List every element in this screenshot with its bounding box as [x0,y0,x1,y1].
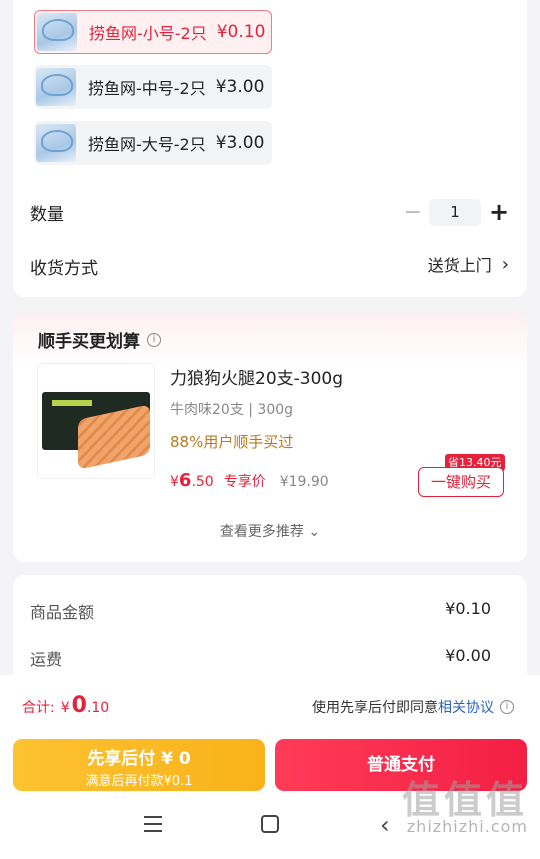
sku-option-medium[interactable]: 捞鱼网-中号-2只 ¥3.00 [34,65,272,109]
system-nav-bar: ‹ [0,805,540,845]
agreement-link[interactable]: 相关协议 [438,697,494,717]
sku-thumbnail [36,68,76,106]
product-price: ¥ 6 .50 专享价 ¥19.90 [170,470,329,491]
agreement-notice: 使用先享后付即同意 相关协议 i [312,697,514,717]
chevron-right-icon: › [501,253,509,275]
home-icon[interactable] [261,815,279,833]
price-currency: ¥ [170,474,179,490]
price-decimal: .50 [191,474,214,490]
product-buyers: 88%用户顺手买过 [170,433,294,451]
sku-price: ¥3.00 [215,133,265,153]
increase-button[interactable]: + [487,198,511,226]
recommendation-title-text: 顺手买更划算 [38,332,140,352]
sku-option-small[interactable]: 捞鱼网-小号-2只 ¥0.10 [34,10,272,54]
sku-price: ¥3.00 [215,77,265,97]
price-integer: 6 [178,470,192,491]
delivery-label: 收货方式 [30,259,98,279]
one-click-buy-button[interactable]: 一键购买 [418,467,504,497]
delivery-selector[interactable]: 送货上门 › [428,252,509,276]
quantity-stepper: − 1 + [401,198,511,226]
see-more-link[interactable]: 查看更多推荐 ⌄ [13,521,527,541]
product-title[interactable]: 力狼狗火腿20支-300g [170,364,343,389]
goods-amount-label: 商品金额 [30,603,95,622]
recommendation-card: 顺手买更划算 i 力狼狗火腿20支-300g 牛肉味20支 | 300g 88%… [13,311,527,562]
sku-name: 捞鱼网-大号-2只 [88,135,206,154]
goods-amount-value: ¥0.10 [445,599,491,618]
checkout-bar: 合计: ¥ 0 .10 使用先享后付即同意 相关协议 i 先享后付 ¥ 0 满意… [0,675,540,859]
quantity-input[interactable]: 1 [429,198,481,226]
total-label: 合计: [22,700,55,716]
total-decimal: .10 [86,700,110,716]
agreement-text: 使用先享后付即同意 [312,700,438,716]
sku-thumbnail [36,124,76,162]
sku-name: 捞鱼网-中号-2只 [88,79,206,98]
pay-later-sublabel: 满意后再付款¥0.1 [85,774,193,789]
price-tag: 专享价 [223,474,266,490]
sku-option-large[interactable]: 捞鱼网-大号-2只 ¥3.00 [34,121,272,165]
total-currency: ¥ [60,700,70,716]
total-amount: 合计: ¥ 0 .10 [22,693,109,718]
freight-label: 运费 [30,650,63,669]
total-integer: 0 [71,693,87,718]
product-spec: 牛肉味20支 | 300g [170,402,294,418]
delivery-value: 送货上门 [427,256,492,275]
quantity-label: 数量 [30,205,64,225]
original-price: ¥19.90 [279,474,329,490]
menu-icon[interactable] [144,816,162,832]
recommendation-title: 顺手买更划算 i [38,327,161,352]
product-image[interactable] [37,363,155,479]
sku-thumbnail [37,13,77,51]
sku-name: 捞鱼网-小号-2只 [89,24,207,43]
back-icon[interactable]: ‹ [380,811,390,839]
pay-later-label: 先享后付 ¥ 0 [87,749,191,769]
freight-row: 运费 ¥0.00 [30,646,491,670]
freight-value: ¥0.00 [445,646,491,665]
sku-price: ¥0.10 [216,22,266,42]
pay-later-button[interactable]: 先享后付 ¥ 0 满意后再付款¥0.1 [13,739,265,791]
info-icon[interactable]: i [500,700,514,714]
info-icon[interactable]: i [147,332,161,347]
decrease-button[interactable]: − [401,200,425,225]
goods-amount-row: 商品金额 ¥0.10 [30,599,491,623]
sku-card: 捞鱼网-小号-2只 ¥0.10 捞鱼网-中号-2只 ¥3.00 捞鱼网-大号-2… [13,0,527,297]
